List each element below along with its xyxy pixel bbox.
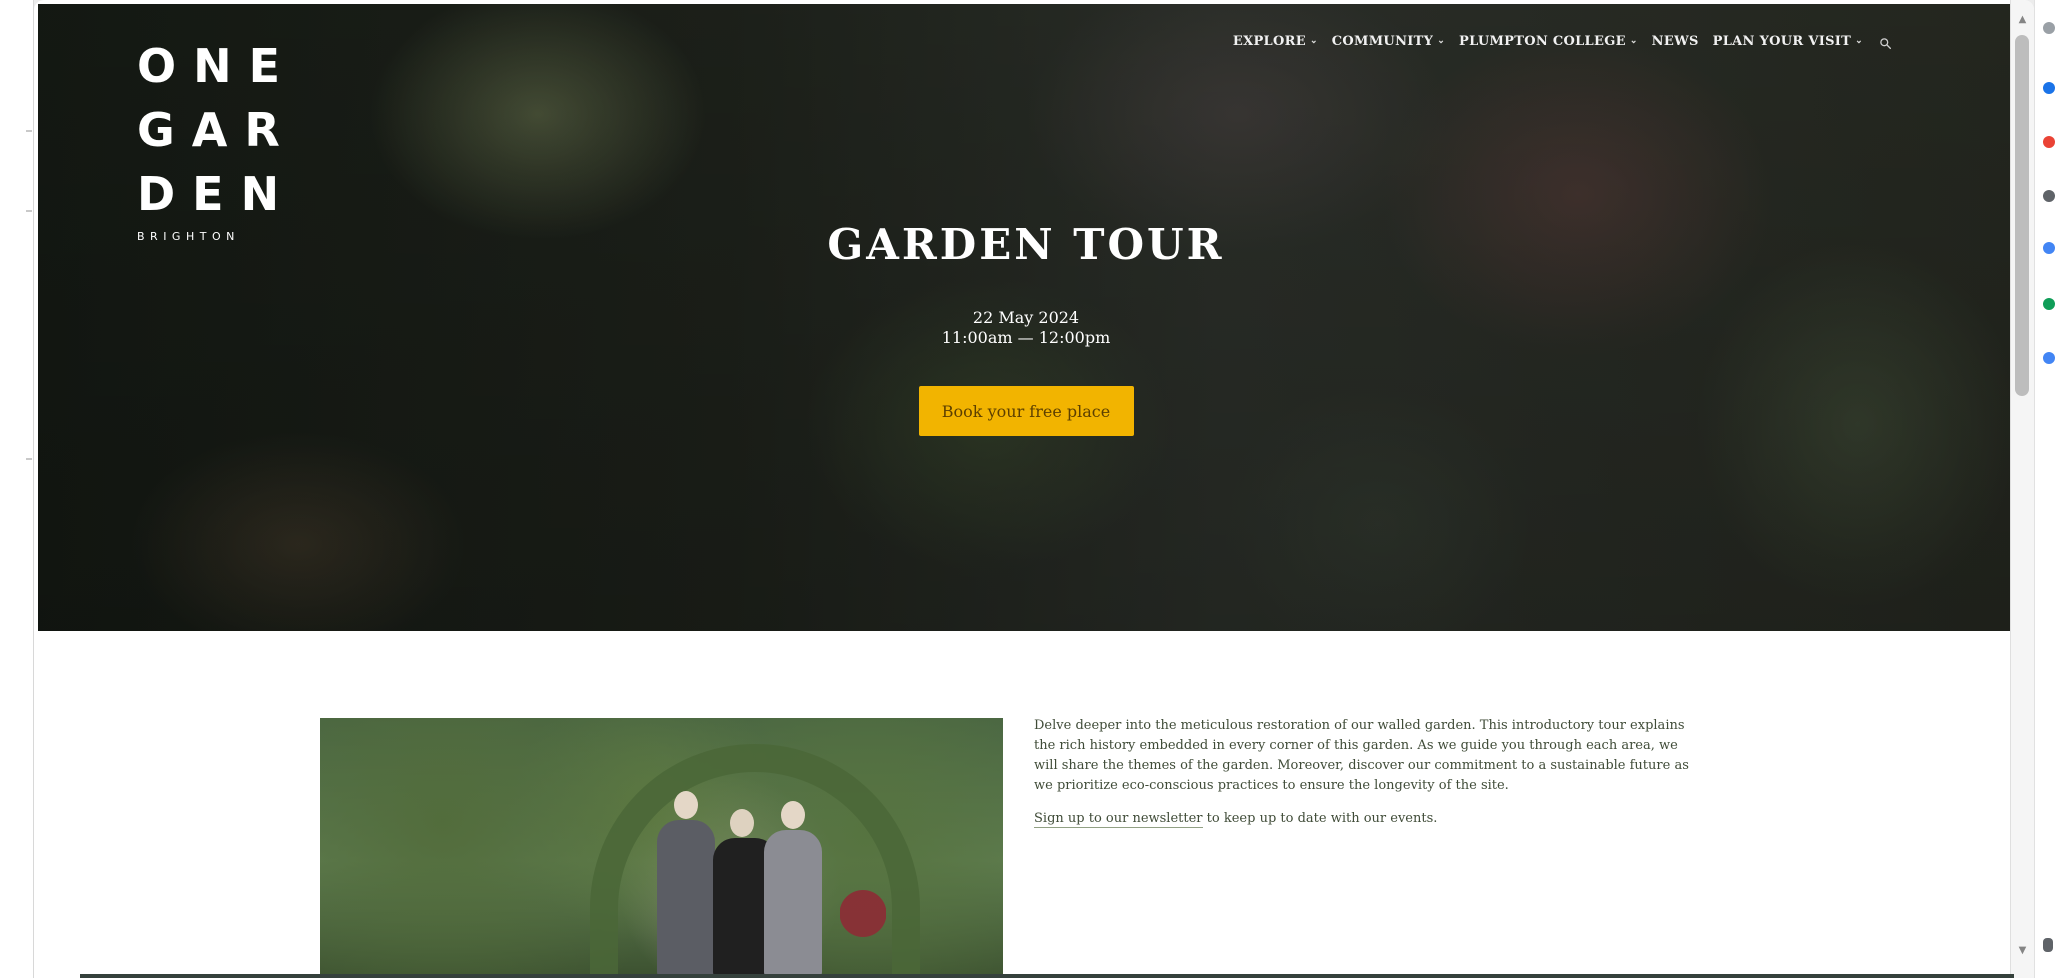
extension-icon[interactable] bbox=[2043, 82, 2055, 94]
page-title: GARDEN TOUR bbox=[827, 220, 1225, 269]
logo-row-1: ONE bbox=[137, 39, 298, 93]
extension-icon[interactable] bbox=[2043, 190, 2055, 202]
event-hero-content: GARDEN TOUR 22 May 2024 11:00am — 12:00p… bbox=[40, 220, 2010, 437]
search-icon[interactable] bbox=[1879, 35, 1892, 50]
event-description-paragraph: Delve deeper into the meticulous restora… bbox=[1034, 718, 1689, 793]
extension-icon[interactable] bbox=[2043, 136, 2055, 148]
visitor-figure bbox=[657, 791, 715, 978]
nav-news[interactable]: NEWS bbox=[1652, 34, 1699, 49]
newsletter-line: Sign up to our newsletter to keep up to … bbox=[1034, 809, 1697, 829]
extension-icon[interactable] bbox=[2043, 352, 2055, 364]
chevron-down-icon: ⌄ bbox=[1629, 35, 1638, 46]
extension-icon[interactable] bbox=[2043, 242, 2055, 254]
chevron-down-icon: ⌄ bbox=[1309, 35, 1318, 46]
book-free-place-button[interactable]: Book your free place bbox=[918, 386, 1134, 437]
logo-row-3: DEN bbox=[137, 167, 297, 221]
visitor-figure bbox=[764, 801, 822, 978]
nav-plan-your-visit-label: PLAN YOUR VISIT bbox=[1712, 34, 1852, 49]
flower-bush bbox=[840, 866, 886, 961]
newsletter-link[interactable]: Sign up to our newsletter bbox=[1034, 811, 1203, 828]
strip-mark bbox=[26, 210, 32, 212]
chevron-down-icon: ⌄ bbox=[1437, 35, 1446, 46]
hero-banner: ONE GAR DEN BRIGHTON EXPLORE ⌄ COMMUNITY… bbox=[38, 4, 2010, 631]
scroll-thumb[interactable] bbox=[2015, 35, 2029, 396]
event-time: 11:00am — 12:00pm bbox=[941, 328, 1111, 348]
bottom-edge-line bbox=[80, 974, 2014, 978]
strip-mark bbox=[26, 130, 32, 132]
nav-explore-label: EXPLORE bbox=[1232, 34, 1306, 49]
nav-news-label: NEWS bbox=[1651, 34, 1699, 49]
event-content: Delve deeper into the meticulous restora… bbox=[34, 631, 2034, 978]
nav-plumpton-college[interactable]: PLUMPTON COLLEGE ⌄ bbox=[1459, 34, 1638, 49]
event-date: 22 May 2024 bbox=[972, 308, 1080, 328]
logo-row-2: GAR bbox=[137, 103, 297, 157]
garden-photo bbox=[320, 718, 1003, 978]
event-description: Delve deeper into the meticulous restora… bbox=[1034, 716, 1697, 842]
site-logo[interactable]: ONE GAR DEN BRIGHTON bbox=[137, 34, 298, 243]
main-navigation: EXPLORE ⌄ COMMUNITY ⌄ PLUMPTON COLLEGE ⌄… bbox=[1233, 34, 1892, 50]
vertical-scrollbar[interactable]: ▲ ▼ bbox=[2010, 0, 2034, 978]
nav-plumpton-college-label: PLUMPTON COLLEGE bbox=[1459, 34, 1626, 49]
nav-community-label: COMMUNITY bbox=[1331, 34, 1434, 49]
left-browser-strip bbox=[0, 0, 34, 978]
strip-mark bbox=[26, 458, 32, 460]
chevron-down-icon: ⌄ bbox=[1855, 35, 1863, 46]
scroll-up-icon[interactable]: ▲ bbox=[2015, 12, 2030, 27]
extension-icon[interactable] bbox=[2043, 22, 2055, 34]
scroll-down-icon[interactable]: ▼ bbox=[2015, 943, 2030, 958]
extension-icon[interactable] bbox=[2043, 298, 2055, 310]
newsletter-suffix: to keep up to date with our events. bbox=[1202, 811, 1438, 826]
browser-side-rail bbox=[2034, 0, 2062, 978]
nav-plan-your-visit[interactable]: PLAN YOUR VISIT ⌄ bbox=[1713, 34, 1863, 49]
settings-icon[interactable] bbox=[2043, 938, 2053, 952]
browser-viewport: ONE GAR DEN BRIGHTON EXPLORE ⌄ COMMUNITY… bbox=[34, 0, 2034, 978]
nav-community[interactable]: COMMUNITY ⌄ bbox=[1332, 34, 1445, 49]
nav-explore[interactable]: EXPLORE ⌄ bbox=[1233, 34, 1318, 49]
